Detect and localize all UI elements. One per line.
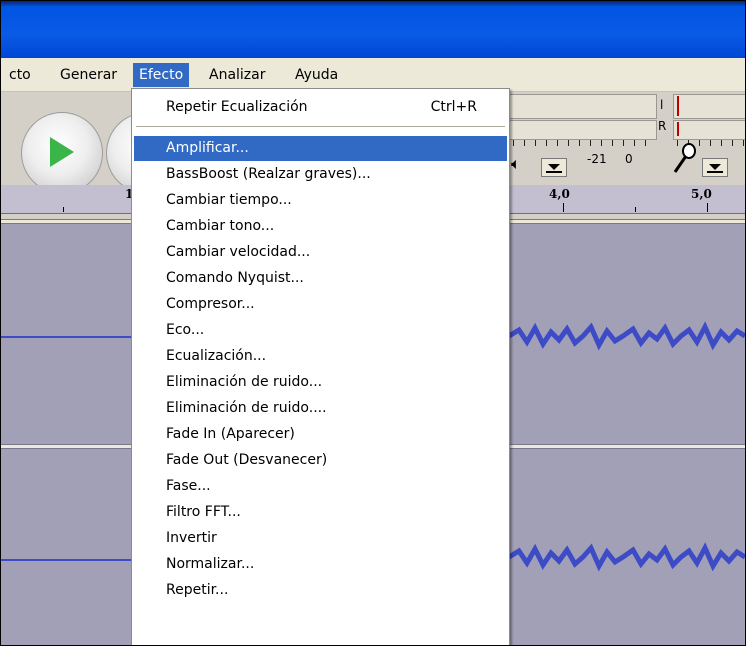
menu-item-eco[interactable]: Eco... xyxy=(134,318,507,343)
speaker-icon: 🔈︎ xyxy=(511,154,521,173)
application-window: cto Generar Efecto Analizar Ayuda l R 🔈︎… xyxy=(0,0,746,646)
menu-ayuda[interactable]: Ayuda xyxy=(289,63,344,87)
menu-item-cambiar-tono[interactable]: Cambiar tono... xyxy=(134,214,507,239)
menu-efecto[interactable]: Efecto xyxy=(133,63,190,87)
waveform xyxy=(509,542,745,572)
menu-analizar[interactable]: Analizar xyxy=(203,63,272,87)
level-label-minus21: -21 xyxy=(587,152,607,166)
menu-item-fade-out[interactable]: Fade Out (Desvanecer) xyxy=(134,448,507,473)
ruler-label-5: 5,0 xyxy=(691,187,712,201)
input-meter-marker-right xyxy=(677,122,679,136)
menu-item-amplificar[interactable]: Amplificar... xyxy=(134,136,507,161)
input-meter xyxy=(673,94,745,119)
output-meter-right xyxy=(509,120,657,140)
menu-separator xyxy=(136,126,505,127)
menu-item-cambiar-velocidad[interactable]: Cambiar velocidad... xyxy=(134,240,507,265)
play-button[interactable] xyxy=(21,112,103,194)
output-meter xyxy=(509,94,657,119)
menu-item-shortcut: Ctrl+R xyxy=(430,99,477,115)
menu-bar: cto Generar Efecto Analizar Ayuda xyxy=(1,58,745,92)
input-meter-right xyxy=(673,120,745,140)
menu-item-fase[interactable]: Fase... xyxy=(134,474,507,499)
meter-label-left: l xyxy=(660,98,664,112)
level-label-zero: 0 xyxy=(625,152,633,166)
menu-item-normalizar[interactable]: Normalizar... xyxy=(134,552,507,577)
menu-item-ecualizacion[interactable]: Ecualización... xyxy=(134,344,507,369)
input-dropdown-button[interactable] xyxy=(702,158,728,177)
menu-item-compresor[interactable]: Compresor... xyxy=(134,292,507,317)
waveform-line xyxy=(1,336,131,338)
meter-label-right: R xyxy=(658,119,667,133)
menu-item-label: Repetir Ecualización xyxy=(166,99,308,115)
menu-item-invertir[interactable]: Invertir xyxy=(134,526,507,551)
menu-generar[interactable]: Generar xyxy=(54,63,123,87)
microphone-icon xyxy=(673,143,696,173)
menu-item-eliminacion-ruido-2[interactable]: Eliminación de ruido.... xyxy=(134,396,507,421)
play-icon xyxy=(50,137,74,167)
menu-item-eliminacion-ruido[interactable]: Eliminación de ruido... xyxy=(134,370,507,395)
menu-item-repetir[interactable]: Repetir... xyxy=(134,578,507,603)
menu-item-fade-in[interactable]: Fade In (Aparecer) xyxy=(134,422,507,447)
input-meter-marker xyxy=(677,96,679,116)
menu-item-repeat-effect[interactable]: Repetir Ecualización Ctrl+R xyxy=(134,95,507,120)
ruler-label-4: 4,0 xyxy=(549,187,570,201)
menu-item-filtro-fft[interactable]: Filtro FFT... xyxy=(134,500,507,525)
menu-item-comando-nyquist[interactable]: Comando Nyquist... xyxy=(134,266,507,291)
output-meter-scale xyxy=(513,140,653,146)
menu-item-bassboost[interactable]: BassBoost (Realzar graves)... xyxy=(134,162,507,187)
title-bar[interactable] xyxy=(1,1,745,58)
ruler-tick xyxy=(635,207,636,212)
output-dropdown-button[interactable] xyxy=(541,158,567,177)
menu-proyecto[interactable]: cto xyxy=(3,63,37,87)
ruler-tick xyxy=(63,207,64,212)
menu-item-cambiar-tiempo[interactable]: Cambiar tiempo... xyxy=(134,188,507,213)
ruler-tick xyxy=(707,203,708,212)
waveform-line xyxy=(1,559,131,561)
effect-menu-dropdown: Repetir Ecualización Ctrl+R Amplificar..… xyxy=(131,88,510,645)
ruler-tick xyxy=(563,203,564,212)
waveform xyxy=(509,321,745,351)
